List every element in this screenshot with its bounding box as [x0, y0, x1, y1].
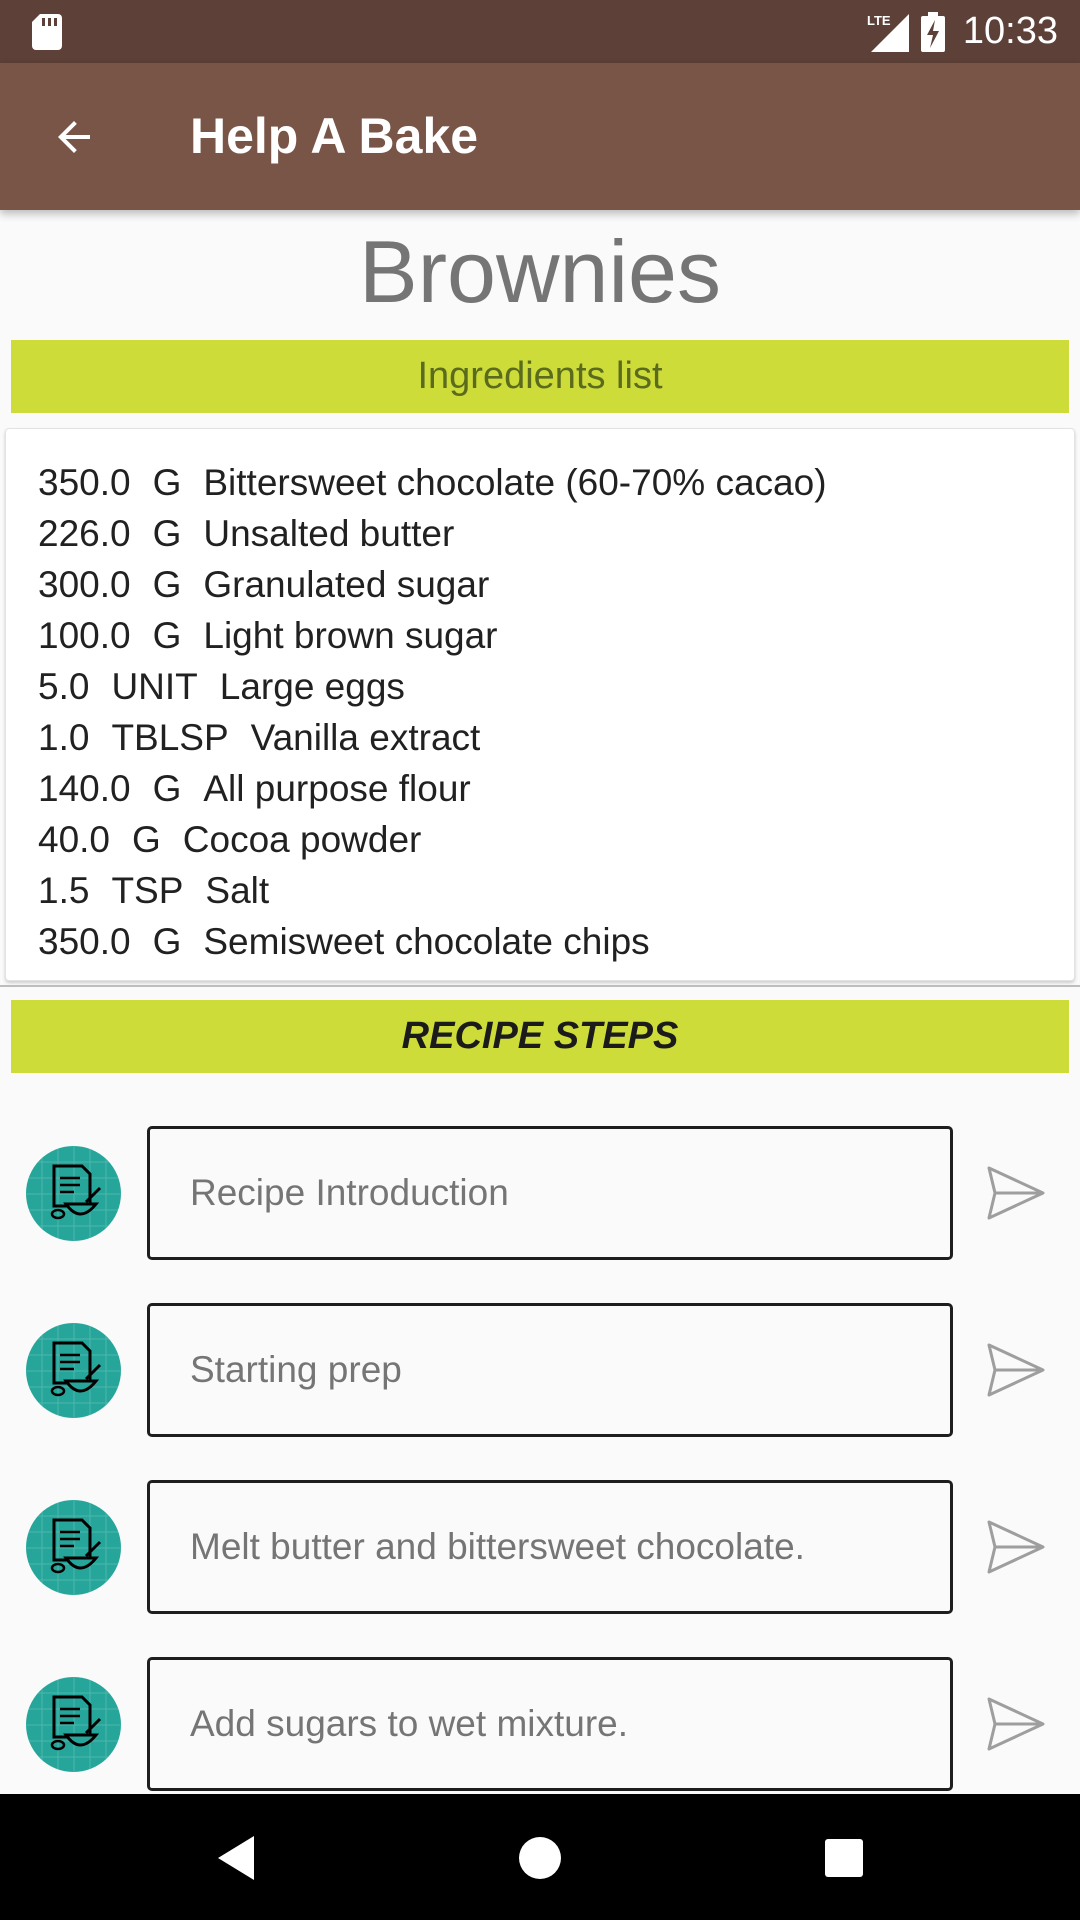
nav-recents-button[interactable] — [814, 1828, 874, 1888]
ingredient-quantity: 5.0 — [38, 665, 90, 707]
ingredient-item: 40.0 G Cocoa powder — [38, 814, 1074, 865]
ingredient-name: Bittersweet chocolate (60-70% cacao) — [203, 461, 827, 503]
ingredient-item: 350.0 G Bittersweet chocolate (60-70% ca… — [38, 457, 1074, 508]
svg-text:LTE: LTE — [867, 13, 891, 28]
ingredient-item: 1.0 TBLSP Vanilla extract — [38, 712, 1074, 763]
ingredient-quantity: 40.0 — [38, 818, 111, 860]
step-field[interactable]: Add sugars to wet mixture. — [147, 1657, 953, 1791]
ingredient-unit: UNIT — [111, 665, 198, 707]
ingredient-item: 5.0 UNIT Large eggs — [38, 661, 1074, 712]
app-bar: Help A Bake — [0, 63, 1080, 210]
ingredient-quantity: 100.0 — [38, 614, 131, 656]
ingredient-name: Vanilla extract — [250, 716, 481, 758]
ingredient-name: Salt — [205, 869, 270, 911]
ingredient-unit: G — [152, 563, 182, 605]
ingredient-item: 100.0 G Light brown sugar — [38, 610, 1074, 661]
send-icon[interactable] — [985, 1693, 1047, 1755]
ingredient-quantity: 350.0 — [38, 920, 131, 962]
ingredient-quantity: 226.0 — [38, 512, 131, 554]
ingredient-unit: G — [152, 920, 182, 962]
recipe-book-bowl-icon — [26, 1323, 121, 1418]
ingredient-item: 140.0 G All purpose flour — [38, 763, 1074, 814]
ingredient-unit: G — [152, 512, 182, 554]
step-item: Recipe Introduction — [0, 1126, 1080, 1260]
send-icon[interactable] — [985, 1516, 1047, 1578]
ingredient-item: 1.5 TSP Salt — [38, 865, 1074, 916]
ingredient-unit: G — [152, 614, 182, 656]
status-time: 10:33 — [962, 10, 1058, 52]
arrow-back-icon — [58, 121, 90, 153]
ingredient-quantity: 1.0 — [38, 716, 90, 758]
back-button[interactable] — [40, 103, 108, 171]
recipe-step-avatar — [26, 1323, 121, 1418]
ingredients-header: Ingredients list — [11, 340, 1069, 413]
battery-charging-icon — [920, 11, 945, 52]
ingredient-unit: G — [152, 461, 182, 503]
recipe-book-bowl-icon — [26, 1500, 121, 1595]
ingredient-unit: TSP — [111, 869, 184, 911]
step-field[interactable]: Melt butter and bittersweet chocolate. — [147, 1480, 953, 1614]
nav-back-button[interactable] — [206, 1828, 266, 1888]
navigation-bar — [0, 1794, 1080, 1920]
nav-recents-icon — [825, 1839, 863, 1877]
nav-back-icon — [218, 1836, 254, 1880]
signal-icon: LTE — [867, 13, 909, 52]
ingredient-name: All purpose flour — [203, 767, 471, 809]
sd-card-icon — [32, 14, 62, 50]
ingredient-item: 226.0 G Unsalted butter — [38, 508, 1074, 559]
recipe-step-avatar — [26, 1677, 121, 1772]
ingredient-name: Semisweet chocolate chips — [203, 920, 650, 962]
step-item: Starting prep — [0, 1303, 1080, 1437]
app-title: Help A Bake — [190, 108, 479, 164]
ingredient-name: Unsalted butter — [203, 512, 455, 554]
nav-home-button[interactable] — [510, 1828, 570, 1888]
ingredient-quantity: 300.0 — [38, 563, 131, 605]
recipe-step-avatar — [26, 1500, 121, 1595]
recipe-book-bowl-icon — [26, 1146, 121, 1241]
ingredient-quantity: 1.5 — [38, 869, 90, 911]
recipe-title: Brownies — [359, 222, 721, 321]
step-field[interactable]: Starting prep — [147, 1303, 953, 1437]
ingredient-unit: G — [132, 818, 161, 860]
recipe-step-avatar — [26, 1146, 121, 1241]
status-bar: LTE 10:33 — [0, 0, 1080, 63]
recipe-steps-header: RECIPE STEPS — [11, 1000, 1069, 1073]
send-icon[interactable] — [985, 1162, 1047, 1224]
ingredient-name: Large eggs — [219, 665, 405, 707]
ingredient-item: 350.0 G Semisweet chocolate chips — [38, 916, 1074, 967]
ingredients-list: 350.0 G Bittersweet chocolate (60-70% ca… — [5, 428, 1075, 981]
ingredient-name: Light brown sugar — [203, 614, 498, 656]
ingredient-name: Granulated sugar — [203, 563, 490, 605]
ingredient-quantity: 350.0 — [38, 461, 131, 503]
recipe-book-bowl-icon — [26, 1677, 121, 1772]
ingredient-unit: G — [152, 767, 182, 809]
ingredient-item: 300.0 G Granulated sugar — [38, 559, 1074, 610]
ingredient-name: Cocoa powder — [182, 818, 422, 860]
nav-home-icon — [519, 1837, 561, 1879]
step-item: Melt butter and bittersweet chocolate. — [0, 1480, 1080, 1614]
send-icon[interactable] — [985, 1339, 1047, 1401]
step-item: Add sugars to wet mixture. — [0, 1657, 1080, 1791]
divider — [0, 985, 1080, 987]
step-field[interactable]: Recipe Introduction — [147, 1126, 953, 1260]
ingredient-quantity: 140.0 — [38, 767, 131, 809]
ingredient-unit: TBLSP — [111, 716, 229, 758]
